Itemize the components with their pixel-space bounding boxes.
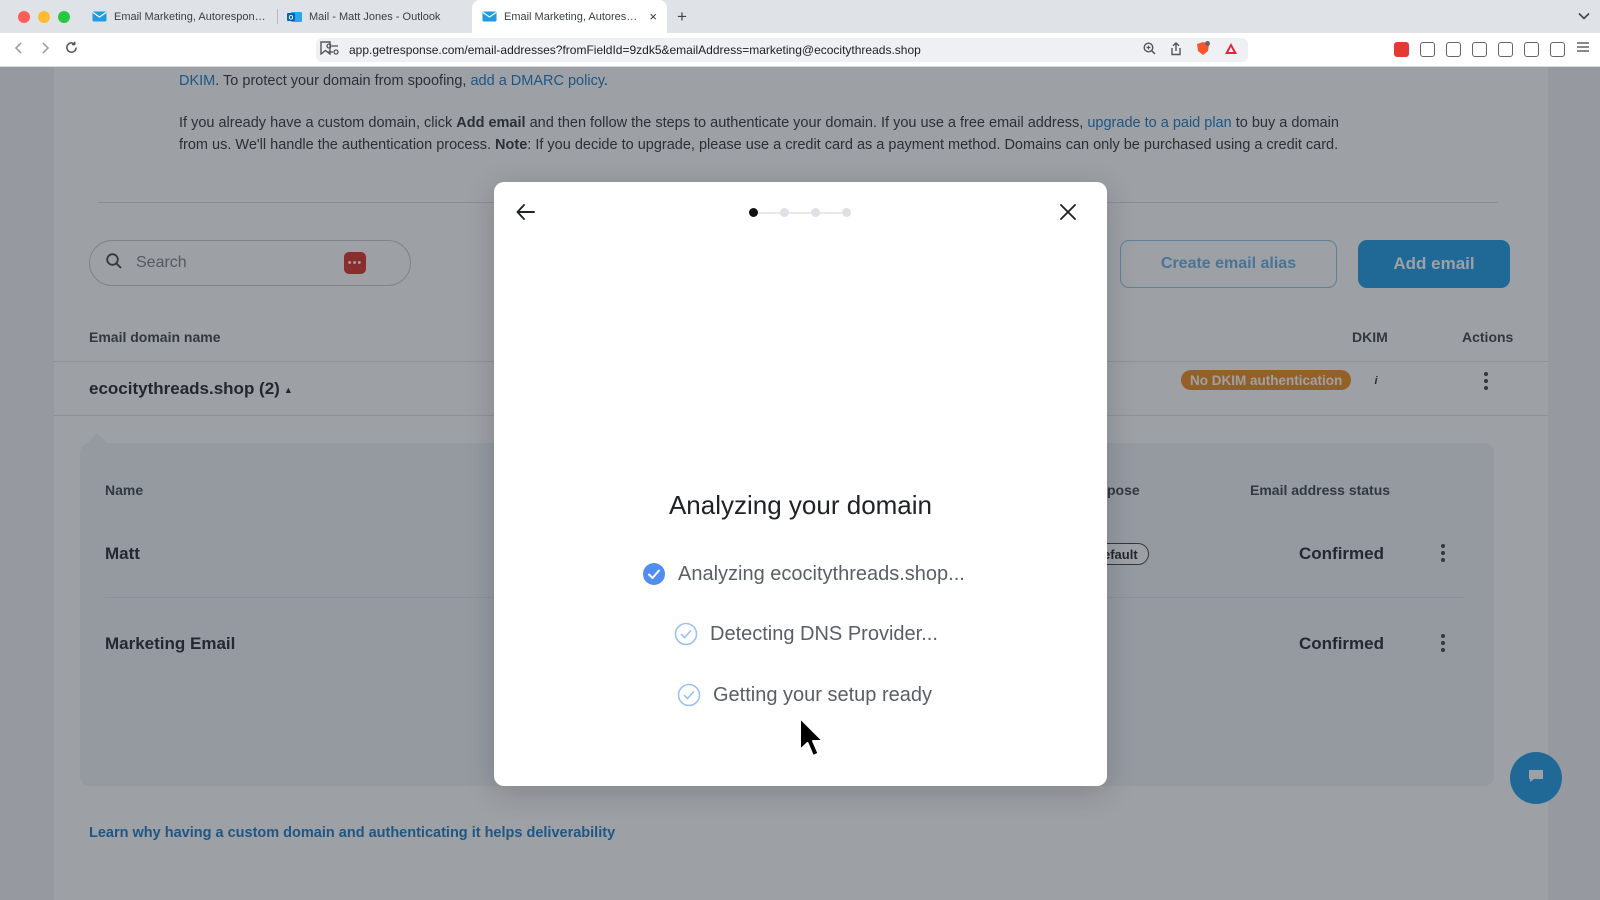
zoom-icon[interactable] [1143,42,1156,58]
chevron-down-icon[interactable] [1578,8,1590,23]
modal-title: Analyzing your domain [668,490,933,520]
analyzing-domain-modal: Analyzing your domain Analyzing ecocityt… [494,182,1107,786]
puzzle-icon[interactable] [1446,41,1461,57]
new-tab-button[interactable]: + [667,7,697,27]
mouse-cursor-icon [798,716,828,760]
close-tab-icon[interactable]: × [649,9,657,24]
check-circle-outline-icon [677,683,701,707]
brave-shield-icon[interactable] [1196,41,1210,59]
minimize-window-button[interactable] [38,10,50,23]
progress-stepper [749,208,851,217]
mail-icon [92,11,107,22]
check-item-dns: Detecting DNS Provider... [674,622,938,646]
extension-edit-icon[interactable] [1420,41,1435,57]
brave-rewards-icon[interactable] [1224,42,1238,58]
ai-sparkle-icon[interactable] [1524,41,1539,57]
url-text: app.getresponse.com/email-addresses?from… [349,43,921,57]
check-label: Detecting DNS Provider... [710,622,938,645]
browser-tab-getresponse-1[interactable]: Email Marketing, Autoresponder, [82,0,277,33]
step-dot [811,208,820,217]
outlook-icon: O [287,11,302,22]
check-circle-outline-icon [674,622,698,646]
step-dot [780,208,789,217]
step-connector [789,211,811,214]
tab-title: Mail - Matt Jones - Outlook [309,10,441,23]
step-connector [758,211,780,214]
bookmark-icon[interactable] [320,41,331,60]
wallet-icon[interactable] [1498,41,1513,57]
step-dot [842,208,851,217]
check-circle-filled-icon [642,562,666,586]
address-bar[interactable]: app.getresponse.com/email-addresses?from… [316,38,1248,62]
step-dot-active [749,208,758,217]
close-icon[interactable] [1056,200,1080,224]
window-controls [0,10,82,23]
reload-icon[interactable] [58,41,84,58]
maximize-window-button[interactable] [58,10,70,23]
step-connector [820,211,842,214]
check-label: Analyzing ecocitythreads.shop... [678,562,965,585]
share-icon[interactable] [1170,41,1182,59]
mail-icon [482,11,497,22]
menu-icon[interactable] [1576,40,1590,58]
check-item-analyzing: Analyzing ecocitythreads.shop... [642,562,965,586]
tab-title: Email Marketing, Autorespon [504,10,643,23]
forward-icon[interactable] [32,41,58,58]
browser-tab-outlook[interactable]: O Mail - Matt Jones - Outlook [277,0,472,33]
close-window-button[interactable] [18,10,30,23]
extensions-area [1394,40,1590,58]
check-item-setup: Getting your setup ready [677,683,932,707]
svg-text:O: O [289,16,294,22]
browser-tab-bar: Email Marketing, Autoresponder, O Mail -… [0,0,1600,33]
back-icon[interactable] [6,41,32,58]
back-arrow-icon[interactable] [514,200,538,224]
check-label: Getting your setup ready [713,683,933,706]
sidebar-icon[interactable] [1472,41,1487,57]
extension-calendar-icon[interactable] [1394,41,1409,57]
browser-tab-getresponse-active[interactable]: Email Marketing, Autorespon × [472,0,667,33]
tab-title: Email Marketing, Autoresponder, [114,10,267,23]
vpn-icon[interactable] [1550,41,1565,57]
browser-toolbar: app.getresponse.com/email-addresses?from… [0,33,1600,67]
